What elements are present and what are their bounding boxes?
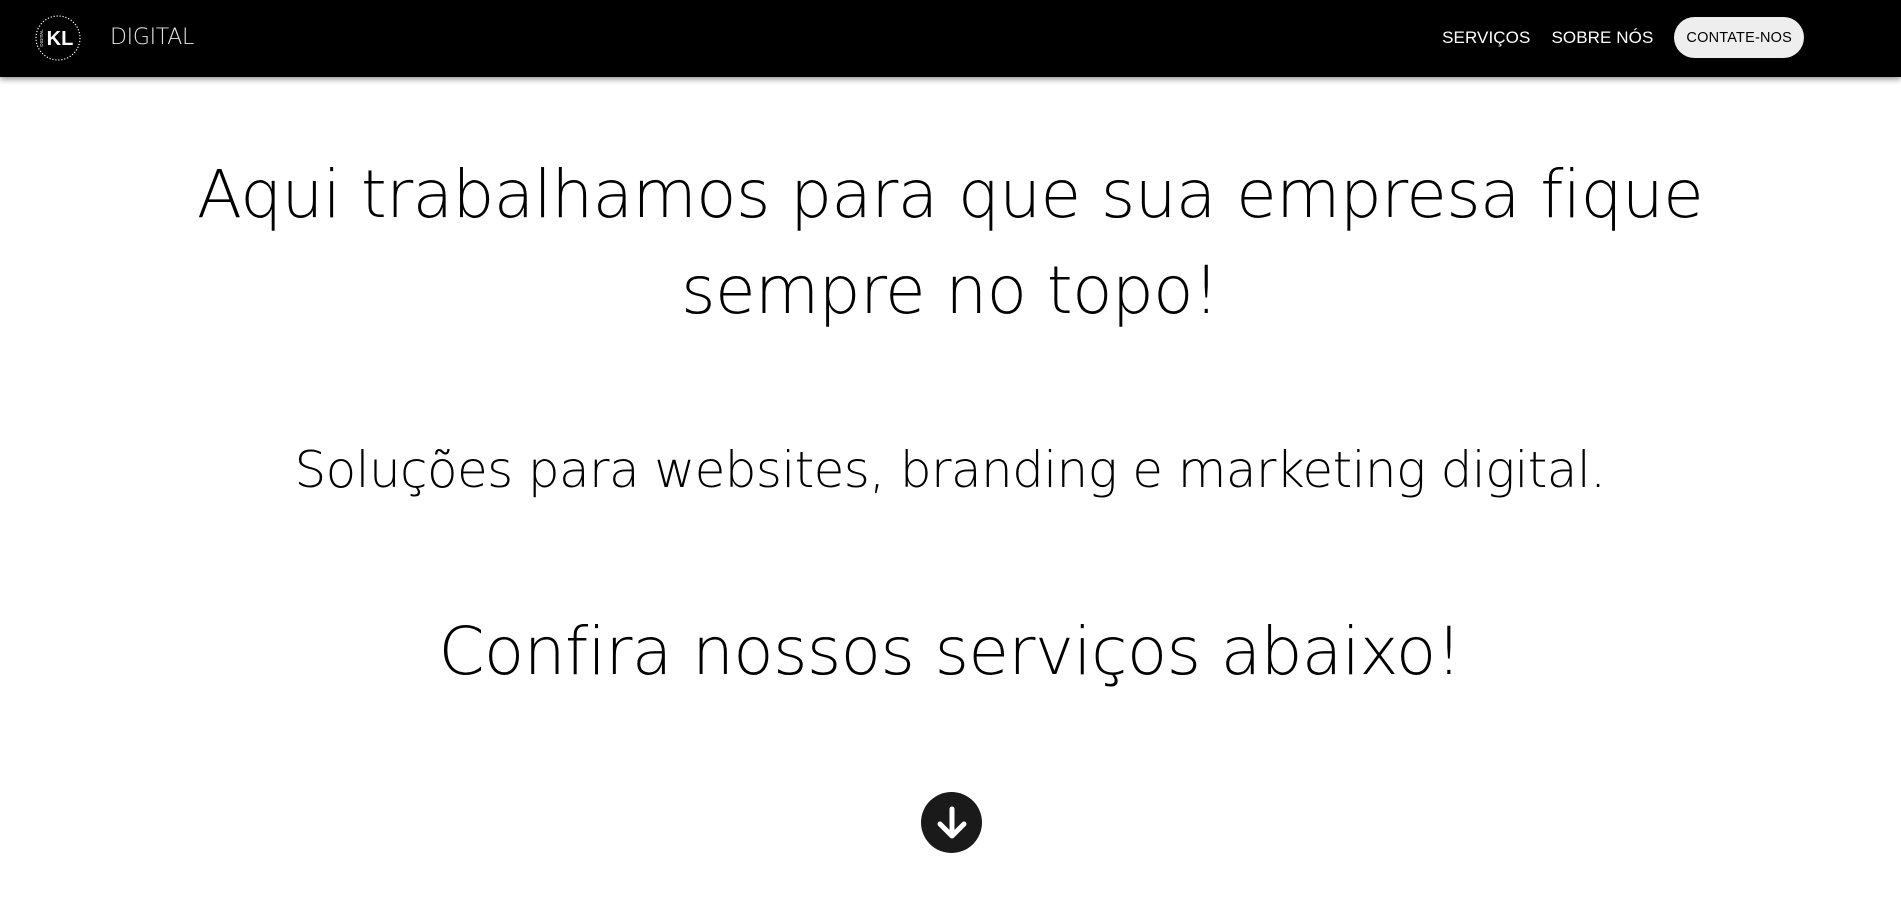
hero-headline-line-1: Aqui trabalhamos para que sua empresa fi… (196, 156, 1704, 233)
logo-svg: KL DIGITAL (35, 15, 81, 61)
kl-digital-logo-icon[interactable]: KL DIGITAL (34, 14, 82, 62)
nav-link-services[interactable]: SERVIÇOS (1442, 28, 1530, 48)
logo-side-text: DIGITAL (39, 29, 44, 47)
arrow-down-circle-icon[interactable] (921, 792, 982, 853)
services-cta-text: Confira nossos serviços abaixo! (438, 613, 1462, 690)
site-header: KL DIGITAL DIGITAL SERVIÇOS SOBRE NÓS CO… (0, 0, 1901, 77)
main-nav: SERVIÇOS SOBRE NÓS CONTATE-NOS (1442, 17, 1804, 58)
nav-link-about[interactable]: SOBRE NÓS (1551, 28, 1653, 48)
hero-headline: Aqui trabalhamos para que sua empresa fi… (150, 147, 1750, 339)
brand-name[interactable]: DIGITAL (110, 24, 194, 52)
hero-headline-line-2: sempre no topo! (681, 252, 1219, 329)
contact-button[interactable]: CONTATE-NOS (1674, 17, 1804, 58)
hero-subline: Soluções para websites, branding e marke… (294, 441, 1606, 499)
logo-mark: KL (47, 28, 74, 50)
arrow-down-glyph (937, 806, 966, 838)
